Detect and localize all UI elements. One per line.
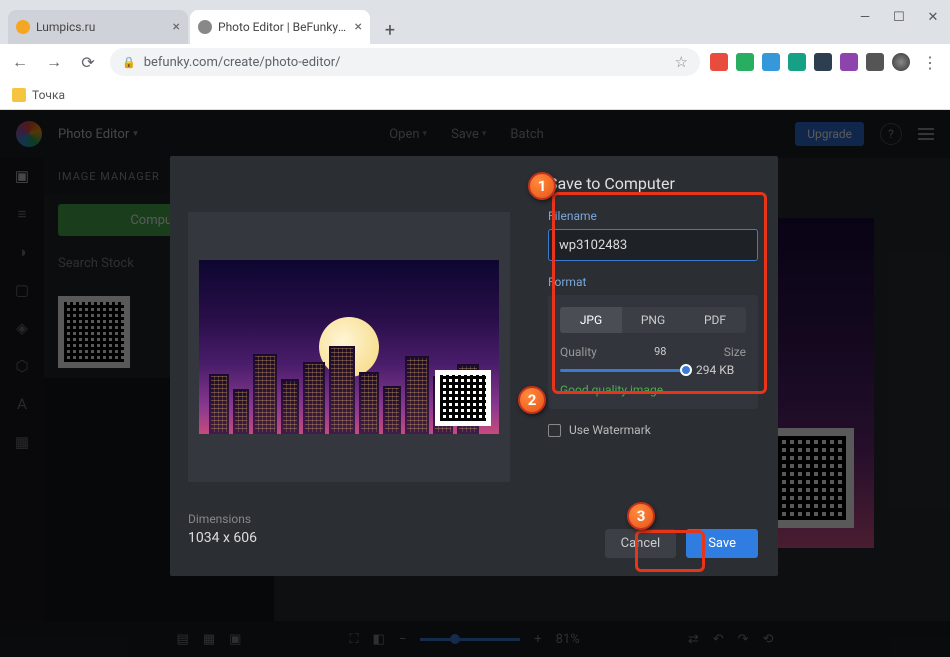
- quality-slider[interactable]: [560, 369, 686, 372]
- tab-label: Photo Editor | BeFunky: Free Onl...: [218, 20, 349, 34]
- format-png-tab[interactable]: PNG: [622, 307, 684, 333]
- save-button[interactable]: Save: [686, 529, 758, 558]
- quality-value: 98: [654, 345, 666, 359]
- favicon-icon: [198, 20, 212, 34]
- nav-reload-icon[interactable]: ⟳: [76, 50, 100, 74]
- format-jpg-tab[interactable]: JPG: [560, 307, 622, 333]
- browser-chrome: — ☐ ✕ Lumpics.ru × Photo Editor | BeFunk…: [0, 0, 950, 110]
- preview-frame: [188, 212, 510, 482]
- preview-image: [199, 260, 499, 434]
- ext-icon[interactable]: [736, 53, 754, 71]
- window-close-icon[interactable]: ✕: [926, 10, 940, 24]
- quality-label: Quality: [560, 345, 597, 359]
- callout-2: 2: [518, 386, 546, 414]
- size-value: 294 KB: [696, 363, 746, 377]
- bookmark-folder-icon: [12, 88, 26, 102]
- app-root: Photo Editor ▾ Open▾ Save▾ Batch Upgrade…: [0, 110, 950, 657]
- ext-icon[interactable]: [788, 53, 806, 71]
- ext-icon[interactable]: [866, 53, 884, 71]
- preview-qr-icon: [435, 370, 491, 426]
- format-label: Format: [548, 275, 758, 289]
- cancel-button[interactable]: Cancel: [605, 529, 677, 558]
- modal-title: Save to Computer: [548, 174, 758, 193]
- favicon-icon: [16, 20, 30, 34]
- ext-icon[interactable]: [710, 53, 728, 71]
- address-bar[interactable]: 🔒 befunky.com/create/photo-editor/ ☆: [110, 48, 700, 76]
- extension-icons: ⋮: [710, 50, 942, 74]
- nav-forward-icon[interactable]: →: [42, 50, 66, 74]
- lock-icon: 🔒: [122, 56, 136, 69]
- browser-tab-lumpics[interactable]: Lumpics.ru ×: [8, 10, 188, 44]
- profile-avatar-icon[interactable]: [892, 53, 910, 71]
- slider-thumb-icon[interactable]: [680, 364, 692, 376]
- filename-input[interactable]: [548, 229, 758, 261]
- callout-1: 1: [528, 172, 556, 200]
- ext-icon[interactable]: [814, 53, 832, 71]
- ext-icon[interactable]: [762, 53, 780, 71]
- ext-icon[interactable]: [840, 53, 858, 71]
- bookmark-star-icon[interactable]: ☆: [675, 53, 688, 71]
- nav-back-icon[interactable]: ←: [8, 50, 32, 74]
- dimensions-label: Dimensions: [188, 512, 510, 526]
- window-minimize-icon[interactable]: —: [858, 10, 872, 24]
- watermark-checkbox[interactable]: [548, 424, 561, 437]
- bookmark-item[interactable]: Точка: [32, 88, 65, 102]
- format-pdf-tab[interactable]: PDF: [684, 307, 746, 333]
- tab-label: Lumpics.ru: [36, 20, 167, 34]
- filename-label: Filename: [548, 209, 758, 223]
- save-to-computer-modal: Dimensions 1034 x 606 Save to Computer F…: [170, 156, 778, 576]
- window-maximize-icon[interactable]: ☐: [892, 10, 906, 24]
- size-label: Size: [724, 345, 746, 359]
- watermark-label: Use Watermark: [569, 423, 651, 437]
- url-text: befunky.com/create/photo-editor/: [144, 55, 341, 70]
- browser-menu-icon[interactable]: ⋮: [918, 50, 942, 74]
- close-icon[interactable]: ×: [173, 19, 180, 35]
- dimensions-value: 1034 x 606: [188, 530, 510, 546]
- new-tab-button[interactable]: +: [376, 16, 404, 44]
- callout-3: 3: [627, 502, 655, 530]
- close-icon[interactable]: ×: [355, 19, 362, 35]
- quality-note: Good quality image: [560, 383, 746, 397]
- browser-tab-befunky[interactable]: Photo Editor | BeFunky: Free Onl... ×: [190, 10, 370, 44]
